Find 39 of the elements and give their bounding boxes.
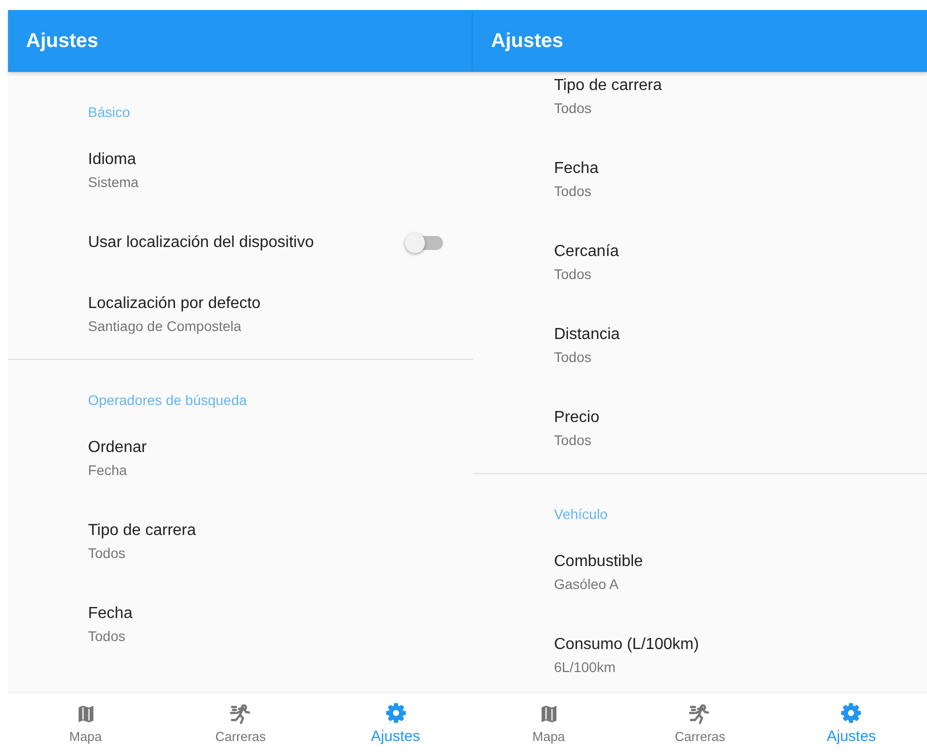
setting-title[interactable]: Distancia: [554, 323, 620, 347]
setting-title[interactable]: Cercanía: [554, 240, 619, 264]
screen-title: Ajustes: [26, 30, 98, 52]
setting-title[interactable]: Tipo de carrera: [88, 519, 196, 543]
setting-value: Fecha: [88, 461, 127, 480]
category-header: Básico: [88, 104, 130, 120]
nav-tab[interactable]: Mapa: [473, 693, 624, 753]
category-header: Vehículo: [554, 506, 608, 522]
setting-title[interactable]: Fecha: [554, 157, 598, 181]
setting-value: 6L/100km: [554, 658, 616, 677]
setting-title[interactable]: Usar localización del dispositivo: [88, 231, 314, 255]
setting-value: Todos: [554, 99, 592, 118]
setting-title[interactable]: Fecha: [88, 602, 132, 626]
setting-value: Sistema: [88, 173, 139, 192]
nav-tab[interactable]: Carreras: [624, 693, 776, 753]
category-header: Operadores de búsqueda: [88, 392, 247, 408]
setting-value: Todos: [554, 431, 592, 450]
setting-value: Todos: [88, 544, 126, 563]
screen-title: Ajustes: [491, 30, 564, 52]
setting-title[interactable]: Tipo de carrera: [554, 74, 662, 98]
setting-value: Todos: [554, 348, 592, 367]
setting-title[interactable]: Consumo (L/100km): [554, 633, 699, 657]
toggle-switch[interactable]: [405, 233, 443, 253]
nav-tab[interactable]: Mapa: [8, 693, 163, 753]
setting-title[interactable]: Idioma: [88, 148, 136, 172]
setting-value: Todos: [88, 627, 126, 646]
settings-icon: [384, 702, 406, 724]
runner-icon: [688, 702, 711, 724]
setting-title[interactable]: Combustible: [554, 550, 643, 574]
setting-title[interactable]: Localización por defecto: [88, 292, 261, 316]
runner-icon: [230, 702, 252, 724]
nav-tab[interactable]: Carreras: [163, 693, 318, 753]
setting-title[interactable]: Precio: [554, 406, 600, 430]
setting-value: Todos: [554, 265, 592, 284]
setting-value: Santiago de Compostela: [88, 317, 242, 336]
settings-icon: [840, 702, 862, 724]
setting-title[interactable]: Ordenar: [88, 436, 147, 460]
setting-value: Todos: [554, 182, 592, 201]
setting-value: Gasóleo A: [554, 575, 619, 594]
